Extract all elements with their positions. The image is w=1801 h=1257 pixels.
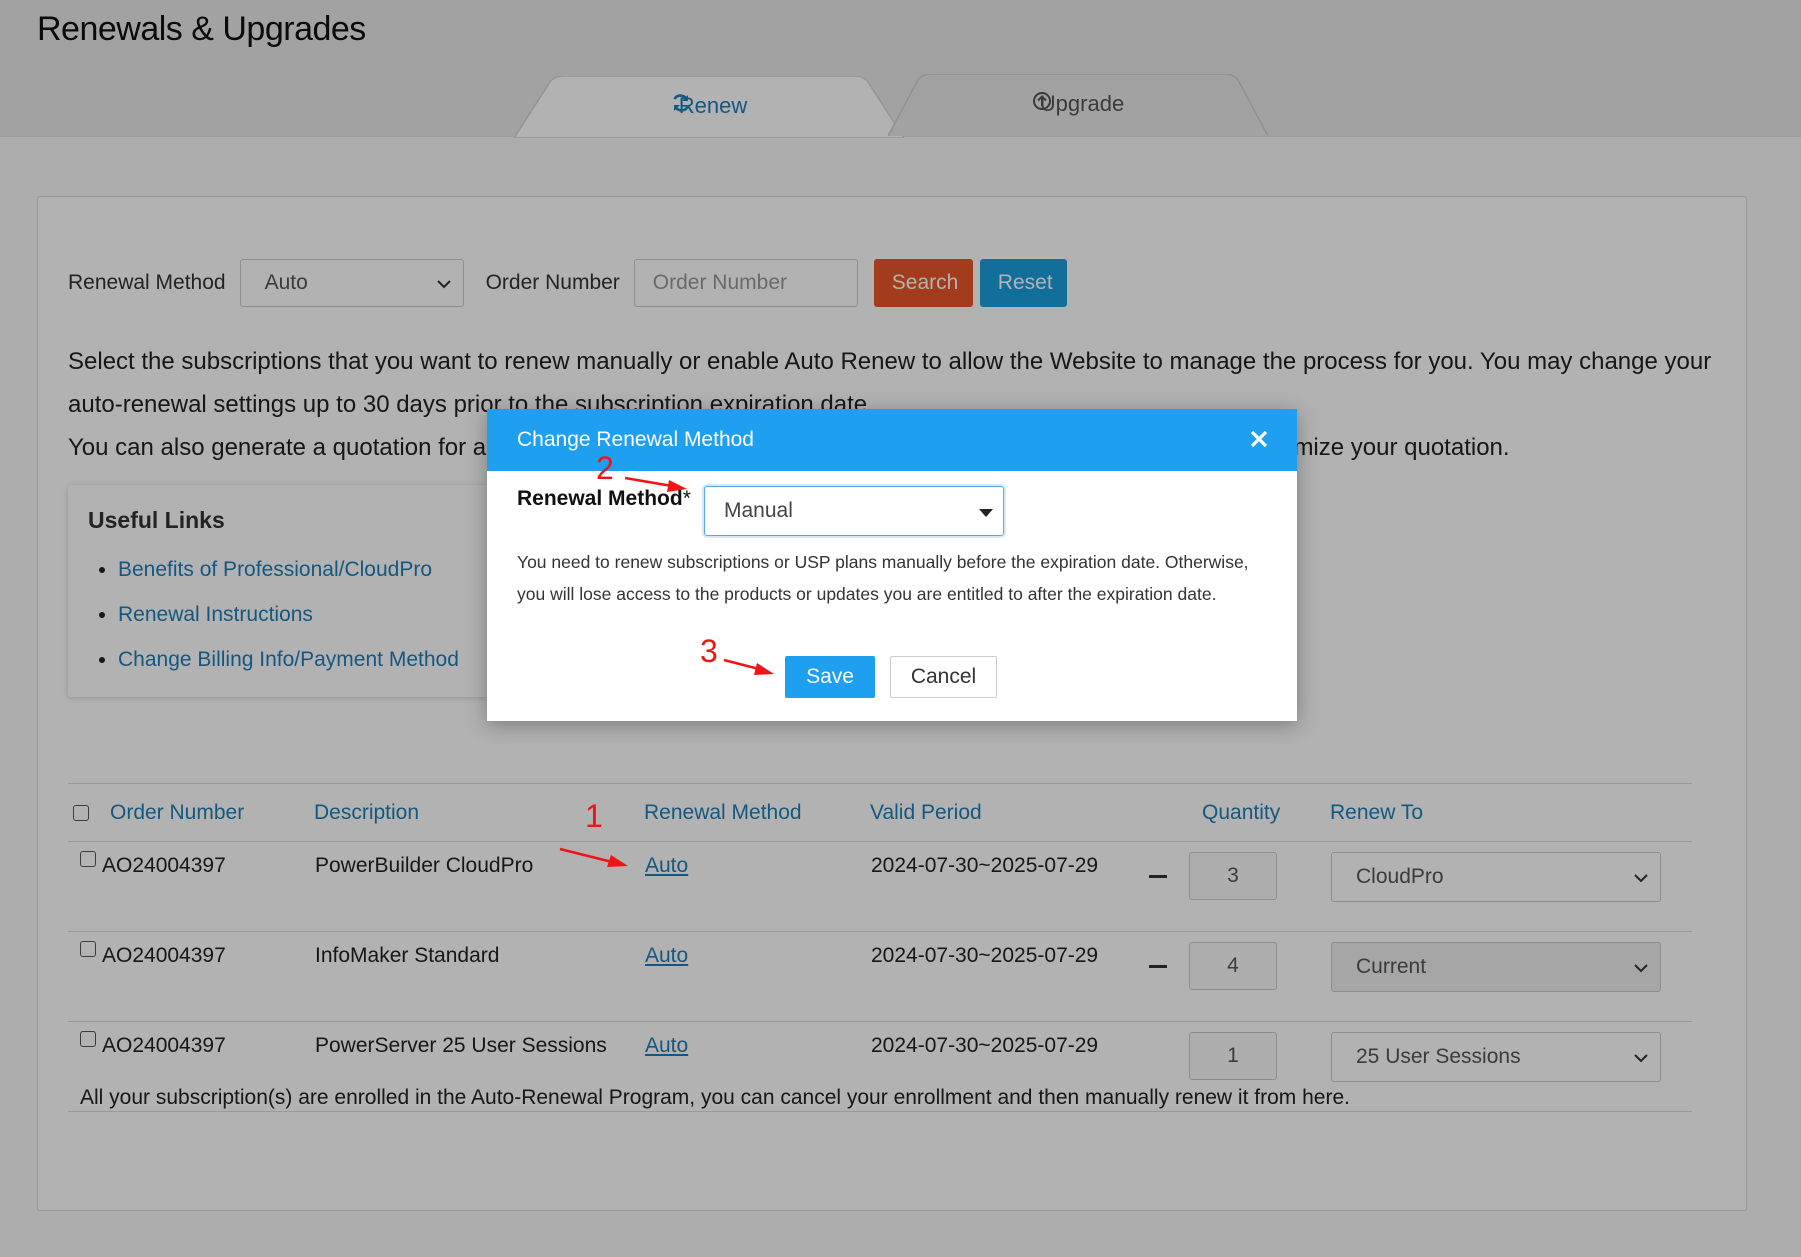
annotation-number-3: 3 xyxy=(700,633,718,669)
annotation-number-2: 2 xyxy=(596,450,614,486)
dialog-title: Change Renewal Method xyxy=(517,428,754,451)
close-icon[interactable] xyxy=(1249,425,1269,455)
renewal-method-field: Renewal Method* xyxy=(517,487,691,511)
dialog-body: Renewal Method* Manual You need to renew… xyxy=(487,471,1297,721)
dialog-help-line-1: You need to renew subscriptions or USP p… xyxy=(517,552,1249,572)
dialog-help-text: You need to renew subscriptions or USP p… xyxy=(517,546,1277,610)
save-button[interactable]: Save xyxy=(785,656,875,698)
annotation-number-1: 1 xyxy=(585,798,603,834)
dialog-help-line-2: you will lose access to the products or … xyxy=(517,584,1217,604)
dialog-renewal-method-select[interactable]: Manual xyxy=(704,486,1004,536)
required-mark: * xyxy=(682,487,691,510)
dialog-field-label: Renewal Method* xyxy=(517,487,691,511)
dialog-select-value: Manual xyxy=(724,499,793,522)
dialog-field-label-text: Renewal Method xyxy=(517,487,683,510)
cancel-button[interactable]: Cancel xyxy=(890,656,997,698)
caret-down-icon xyxy=(979,499,993,523)
